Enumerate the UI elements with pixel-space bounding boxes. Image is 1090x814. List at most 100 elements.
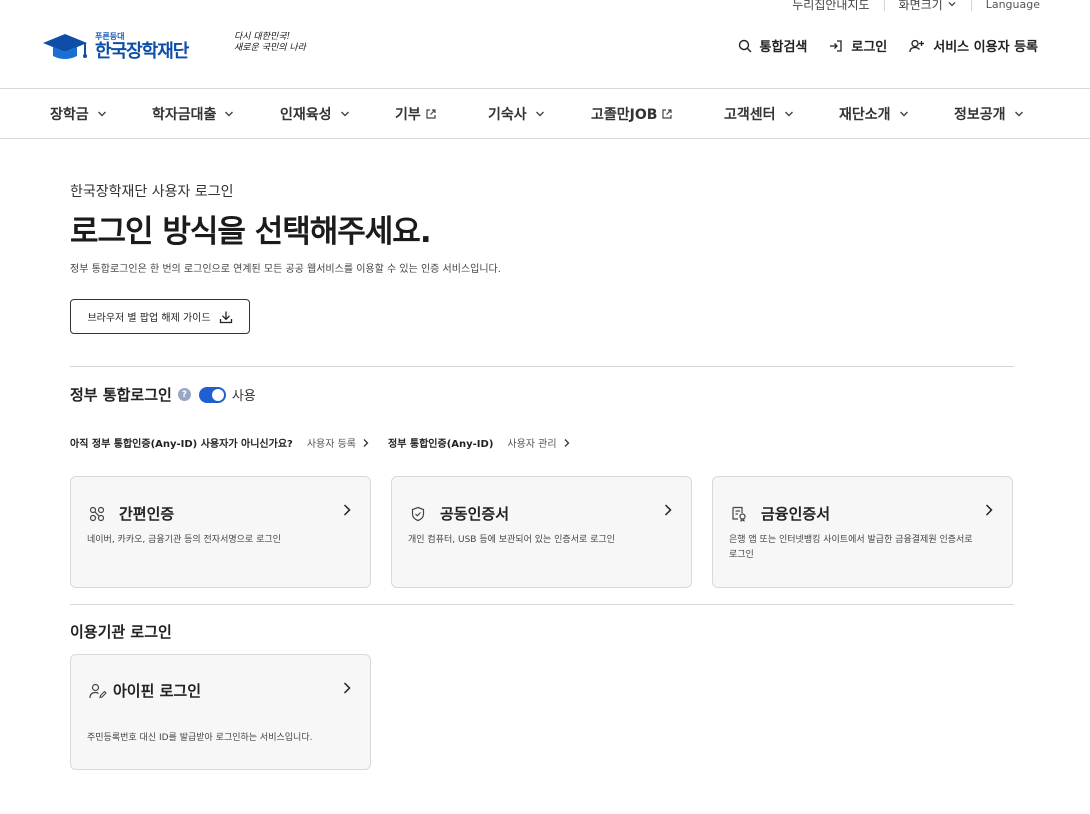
popup-guide-button[interactable]: 브라우저 별 팝업 해제 가이드 xyxy=(70,299,250,334)
card-description: 네이버, 카카오, 금융기관 등의 전자서명으로 로그인 xyxy=(87,535,281,545)
nav-label: 정보공개 xyxy=(954,107,1006,123)
card-title-label: 금융인증서 xyxy=(761,505,831,523)
header-actions: 통합검색 로그인 서비스 이용자 등록 xyxy=(716,36,1038,55)
search-label: 통합검색 xyxy=(759,40,808,55)
chevron-down-icon xyxy=(1014,111,1023,117)
chevron-down-icon xyxy=(899,111,908,117)
nav-label: 고졸만JOB xyxy=(591,107,658,123)
login-button[interactable]: 로그인 xyxy=(829,36,887,55)
gov-login-toggle[interactable] xyxy=(198,386,226,403)
nav-item-about[interactable]: 재단소개 xyxy=(839,89,909,139)
nav-item-talent[interactable]: 인재육성 xyxy=(280,89,350,139)
card-title-label: 아이핀 로그인 xyxy=(113,682,202,700)
anyid-label: 정부 통합인증(Any-ID) xyxy=(388,439,494,450)
nav-item-disclosure[interactable]: 정보공개 xyxy=(954,89,1024,139)
chevron-down-icon xyxy=(225,111,234,117)
card-title-label: 간편인증 xyxy=(119,505,175,523)
add-user-icon xyxy=(909,39,925,52)
card-title: 금융인증서 xyxy=(731,503,830,524)
login-label: 로그인 xyxy=(851,40,888,55)
chevron-down-icon xyxy=(948,2,956,7)
divider xyxy=(883,0,885,11)
chevron-right-icon xyxy=(343,682,351,694)
nav-label: 인재육성 xyxy=(280,107,332,123)
slogan-line: 다시 대한민국! xyxy=(234,32,291,42)
chevron-down-icon xyxy=(340,111,349,117)
card-title: 간편인증 xyxy=(89,503,174,524)
nav-label: 고객센터 xyxy=(724,107,776,123)
divider xyxy=(970,0,972,11)
page-eyebrow: 한국장학재단 사용자 로그인 xyxy=(70,184,234,200)
popup-guide-label: 브라우저 별 팝업 해제 가이드 xyxy=(87,313,211,324)
chevron-down-icon xyxy=(784,111,793,117)
logo-subtitle: 푸른등대 xyxy=(95,32,125,41)
nav-label: 기부 xyxy=(395,107,421,123)
simple-auth-card[interactable]: 간편인증 네이버, 카카오, 금융기관 등의 전자서명으로 로그인 xyxy=(70,476,371,588)
nav-item-dormitory[interactable]: 기숙사 xyxy=(488,89,545,139)
anyid-row: 아직 정부 통합인증(Any-ID) 사용자가 아니신가요? 사용자 등록 정부… xyxy=(70,435,571,450)
chevron-down-icon xyxy=(97,111,106,117)
nav-label: 장학금 xyxy=(50,107,89,123)
chevron-down-icon xyxy=(535,111,544,117)
search-icon xyxy=(738,39,752,52)
search-button[interactable]: 통합검색 xyxy=(738,36,808,55)
graduation-cap-logo-icon xyxy=(43,34,87,59)
shield-check-icon xyxy=(411,506,425,521)
page-description: 정부 통합로그인은 한 번의 로그인으로 연계된 모든 공공 웹서비스를 이용할… xyxy=(70,264,501,275)
user-manage-link[interactable]: 사용자 관리 xyxy=(507,435,570,450)
chevron-right-icon xyxy=(363,438,369,447)
nav-label: 기숙사 xyxy=(488,107,527,123)
toggle-label: 사용 xyxy=(231,389,256,404)
logo-title: 한국장학재단 xyxy=(95,41,189,62)
chevron-right-icon xyxy=(343,504,351,516)
card-title-label: 공동인증서 xyxy=(440,505,510,523)
register-label: 서비스 이용자 등록 xyxy=(933,40,1038,55)
chevron-right-icon xyxy=(664,504,672,516)
help-icon[interactable]: ? xyxy=(177,388,191,401)
user-manage-label: 사용자 관리 xyxy=(507,439,557,450)
card-description: 은행 앱 또는 인터넷뱅킹 사이트에서 발급한 금융결제원 인증서로 로그인 xyxy=(729,535,973,560)
gov-login-heading: 정부 통합로그인 ? 사용 xyxy=(70,384,256,405)
nav-item-scholarship[interactable]: 장학금 xyxy=(50,89,107,139)
nav-item-donation[interactable]: 기부 xyxy=(395,89,437,139)
page-title: 로그인 방식을 선택해주세요. xyxy=(70,214,432,250)
main-nav: 장학금 학자금대출 인재육성 기부 기숙사 고졸만JOB 고객센터 재단소개 정… xyxy=(0,89,1090,139)
language-menu[interactable]: Language xyxy=(986,0,1040,11)
nav-item-customer-center[interactable]: 고객센터 xyxy=(724,89,794,139)
gov-login-title: 정부 통합로그인 xyxy=(70,386,172,404)
download-icon xyxy=(219,311,232,323)
anyid-question: 아직 정부 통합인증(Any-ID) 사용자가 아니신가요? xyxy=(70,439,293,450)
card-description: 주민등록번호 대신 ID를 발급받아 로그인하는 서비스입니다. xyxy=(87,733,313,743)
user-edit-icon xyxy=(89,683,107,698)
chevron-right-icon xyxy=(985,504,993,516)
slogan-line: 새로운 국민의 나라 xyxy=(234,43,306,53)
external-link-icon xyxy=(662,109,673,119)
font-size-label: 화면크기 xyxy=(898,0,943,12)
user-register-label: 사용자 등록 xyxy=(306,439,357,450)
login-icon xyxy=(830,39,843,52)
register-button[interactable]: 서비스 이용자 등록 xyxy=(909,36,1038,55)
nav-item-job[interactable]: 고졸만JOB xyxy=(591,89,673,139)
nav-item-loan[interactable]: 학자금대출 xyxy=(152,89,234,139)
link-nodes-icon xyxy=(89,506,105,521)
font-size-menu[interactable]: 화면크기 xyxy=(899,0,957,13)
section-divider xyxy=(70,366,1014,367)
certificate-icon xyxy=(732,506,746,522)
slogan: 다시 대한민국! 새로운 국민의 나라 xyxy=(234,32,314,54)
external-link-icon xyxy=(426,109,436,119)
card-title: 아이핀 로그인 xyxy=(89,680,201,701)
utility-bar: 누리집안내지도 화면크기 Language xyxy=(792,0,1040,14)
nav-label: 학자금대출 xyxy=(152,107,217,123)
ipin-login-card[interactable]: 아이핀 로그인 주민등록번호 대신 ID를 발급받아 로그인하는 서비스입니다. xyxy=(70,654,371,770)
nav-label: 재단소개 xyxy=(839,107,891,123)
site-logo[interactable]: 푸른등대 한국장학재단 xyxy=(41,31,189,63)
section-divider xyxy=(70,604,1014,605)
user-register-link[interactable]: 사용자 등록 xyxy=(307,435,370,450)
card-description: 개인 컴퓨터, USB 등에 보관되어 있는 인증서로 로그인 xyxy=(408,535,615,545)
chevron-right-icon xyxy=(564,438,569,447)
joint-certificate-card[interactable]: 공동인증서 개인 컴퓨터, USB 등에 보관되어 있는 인증서로 로그인 xyxy=(391,476,692,588)
card-title: 공동인증서 xyxy=(410,503,509,524)
sitemap-link[interactable]: 누리집안내지도 xyxy=(792,0,869,13)
financial-certificate-card[interactable]: 금융인증서 은행 앱 또는 인터넷뱅킹 사이트에서 발급한 금융결제원 인증서로… xyxy=(712,476,1013,588)
org-login-title: 이용기관 로그인 xyxy=(70,623,172,641)
